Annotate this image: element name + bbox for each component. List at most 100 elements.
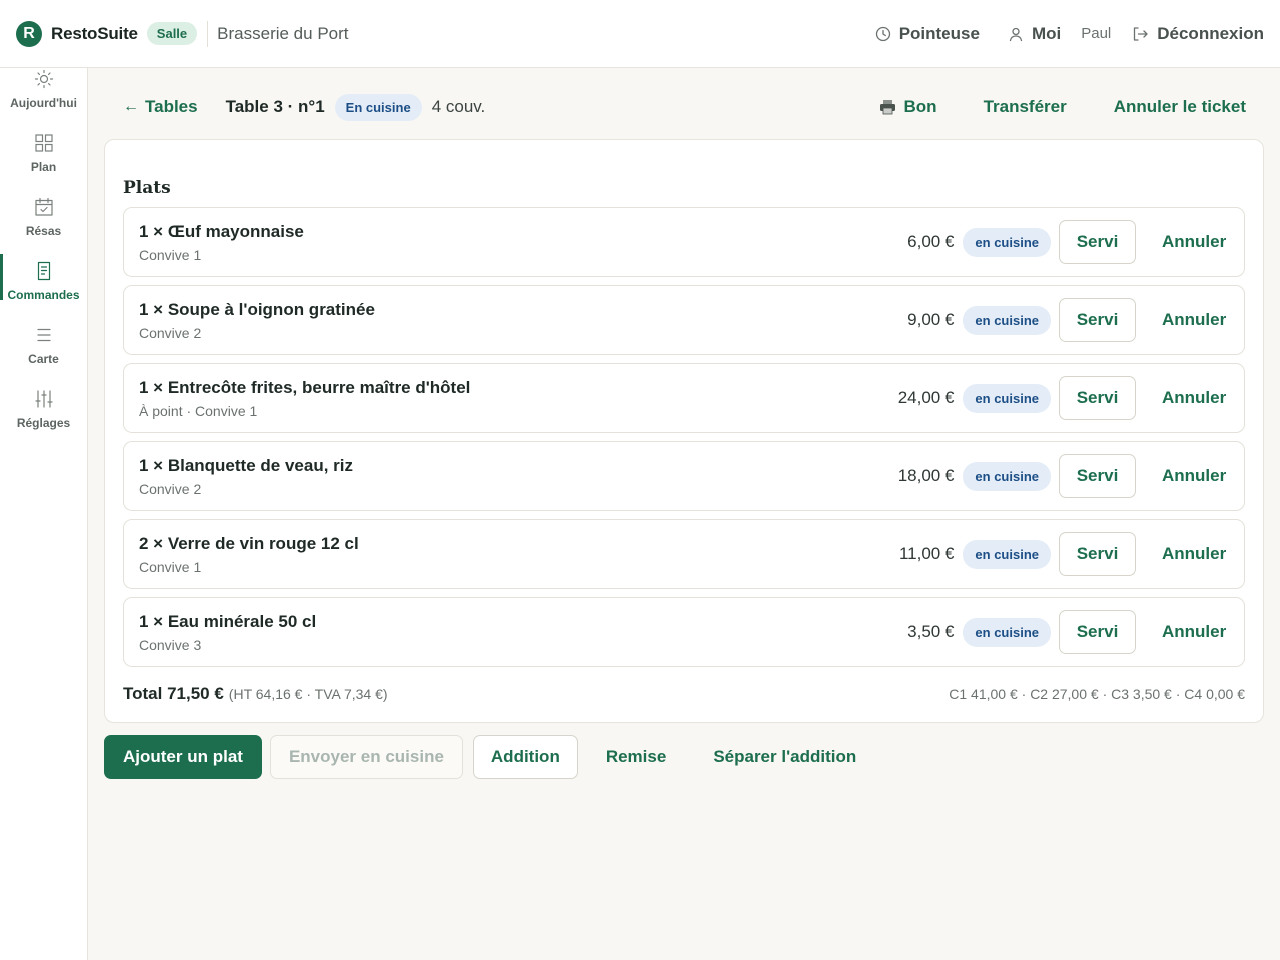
mark-served-button[interactable]: Servi <box>1059 220 1136 264</box>
mark-served-button[interactable]: Servi <box>1059 298 1136 342</box>
item-name: 1 × Soupe à l'oignon gratinée <box>139 299 375 319</box>
logout-label: Déconnexion <box>1157 23 1264 43</box>
logout-button[interactable]: Déconnexion <box>1132 24 1264 44</box>
discount-button[interactable]: Remise <box>606 747 666 767</box>
print-ticket-label: Bon <box>903 97 937 116</box>
sidebar-item-label: Réglages <box>16 416 71 430</box>
order-actions: Ajouter un plat Envoyer en cuisine Addit… <box>104 735 856 779</box>
send-to-kitchen-button[interactable]: Envoyer en cuisine <box>269 735 463 779</box>
order-item: 2 × Verre de vin rouge 12 cl Convive 1 1… <box>123 519 1245 589</box>
item-name: 2 × Verre de vin rouge 12 cl <box>139 533 359 553</box>
item-name: 1 × Œuf mayonnaise <box>139 221 304 241</box>
mark-served-button[interactable]: Servi <box>1059 376 1136 420</box>
divider <box>207 20 209 47</box>
table-title: Table 3 · n°1 <box>225 97 325 116</box>
mark-served-button[interactable]: Servi <box>1059 532 1136 576</box>
cancel-item-button[interactable]: Annuler <box>1162 232 1226 252</box>
calendar-icon <box>34 196 54 218</box>
order-header: ← Tables Table 3 · n°1 En cuisine 4 couv… <box>104 86 1264 128</box>
item-status-badge: en cuisine <box>963 539 1051 569</box>
restaurant-name: Brasserie du Port <box>217 23 349 43</box>
item-price: 6,00 € <box>907 232 955 251</box>
mark-served-button[interactable]: Servi <box>1059 454 1136 498</box>
item-detail: Convive 1 <box>139 246 202 263</box>
item-price: 11,00 € <box>898 544 955 563</box>
covers-count: 4 couv. <box>431 97 486 116</box>
order-item: 1 × Œuf mayonnaise Convive 1 6,00 € en c… <box>123 207 1245 277</box>
item-price: 24,00 € <box>897 388 955 407</box>
clock-icon <box>875 26 890 41</box>
cancel-ticket-button[interactable]: Annuler le ticket <box>1114 97 1246 117</box>
role-badge: Salle <box>146 22 198 45</box>
item-status-badge: en cuisine <box>963 227 1051 257</box>
item-status-badge: en cuisine <box>963 461 1051 491</box>
arrow-left-icon: ← <box>123 98 139 115</box>
logout-icon <box>1134 26 1148 41</box>
order-item: 1 × Entrecôte frites, beurre maître d'hô… <box>123 363 1245 433</box>
sidebar-item-label: Commandes <box>7 288 80 302</box>
bill-button[interactable]: Addition <box>472 735 578 779</box>
sidebar-item-label: Carte <box>28 352 59 366</box>
cancel-item-button[interactable]: Annuler <box>1162 388 1226 408</box>
clock-in-label: Pointeuse <box>898 23 980 43</box>
back-to-tables-link[interactable]: ← Tables <box>104 97 198 117</box>
printer-icon <box>879 100 895 115</box>
item-detail: Convive 3 <box>139 636 202 653</box>
clock-in-button[interactable]: Pointeuse <box>875 24 980 44</box>
item-name: 1 × Blanquette de veau, riz <box>139 455 353 475</box>
list-icon <box>34 324 54 346</box>
mark-served-button[interactable]: Servi <box>1059 610 1136 654</box>
sidebar-item-settings[interactable]: Réglages <box>0 388 87 446</box>
cancel-item-button[interactable]: Annuler <box>1162 544 1226 564</box>
transfer-label: Transférer <box>983 97 1067 116</box>
user-icon <box>1009 27 1023 41</box>
top-bar: R RestoSuite Salle Brasserie du Port Poi… <box>0 0 1280 68</box>
cancel-item-button[interactable]: Annuler <box>1162 622 1226 642</box>
user-name: Paul <box>1081 25 1112 42</box>
item-status-badge: en cuisine <box>963 383 1051 413</box>
sidebar-item-label: Résas <box>25 224 62 238</box>
transfer-button[interactable]: Transférer <box>984 97 1067 117</box>
print-ticket-button[interactable]: Bon <box>879 97 937 117</box>
per-guest-totals: C1 41,00 € · C2 27,00 € · C3 3,50 € · C4… <box>949 686 1245 702</box>
logo-letter: R <box>23 24 35 42</box>
order-total: Total 71,50 € <box>123 684 224 703</box>
order-status-badge: En cuisine <box>334 93 422 121</box>
profile-button[interactable]: Moi <box>1008 24 1061 44</box>
order-item: 1 × Soupe à l'oignon gratinée Convive 2 … <box>123 285 1245 355</box>
back-label: Tables <box>145 97 198 116</box>
receipt-icon <box>34 260 54 282</box>
sidebar: Aujourd'hui Plan Résas Commandes Carte R… <box>0 68 88 960</box>
section-title: Plats <box>123 178 171 198</box>
cancel-item-button[interactable]: Annuler <box>1162 466 1226 486</box>
sidebar-item-orders[interactable]: Commandes <box>0 254 87 318</box>
sidebar-item-reservations[interactable]: Résas <box>0 196 87 254</box>
item-price: 9,00 € <box>907 310 955 329</box>
split-bill-button[interactable]: Séparer l'addition <box>713 747 856 767</box>
item-name: 1 × Entrecôte frites, beurre maître d'hô… <box>139 377 471 397</box>
add-dish-button[interactable]: Ajouter un plat <box>104 735 262 779</box>
logo-icon: R <box>16 20 42 47</box>
item-detail: Convive 2 <box>139 324 202 341</box>
item-price: 18,00 € <box>897 466 955 485</box>
app-name: RestoSuite <box>51 23 138 43</box>
sidebar-item-menu[interactable]: Carte <box>0 324 87 382</box>
order-item: 1 × Eau minérale 50 cl Convive 3 3,50 € … <box>123 597 1245 667</box>
sliders-icon <box>34 388 54 410</box>
sidebar-item-today[interactable]: Aujourd'hui <box>0 68 87 126</box>
item-detail: Convive 1 <box>139 558 202 575</box>
profile-label: Moi <box>1031 23 1062 43</box>
cancel-ticket-label: Annuler le ticket <box>1113 97 1246 116</box>
order-card: Plats 1 × Œuf mayonnaise Convive 1 6,00 … <box>104 139 1264 723</box>
item-detail: À point · Convive 1 <box>139 402 258 419</box>
item-name: 1 × Eau minérale 50 cl <box>139 611 317 631</box>
grid-icon <box>34 132 54 154</box>
sun-icon <box>34 68 54 90</box>
tax-breakdown: (HT 64,16 € · TVA 7,34 €) <box>228 686 388 702</box>
sidebar-item-plan[interactable]: Plan <box>0 132 87 190</box>
sidebar-item-label: Aujourd'hui <box>10 96 77 110</box>
order-totals: Total 71,50 € (HT 64,16 € · TVA 7,34 €) … <box>123 684 1245 704</box>
item-status-badge: en cuisine <box>963 617 1051 647</box>
cancel-item-button[interactable]: Annuler <box>1162 310 1226 330</box>
sidebar-item-label: Plan <box>30 160 57 174</box>
